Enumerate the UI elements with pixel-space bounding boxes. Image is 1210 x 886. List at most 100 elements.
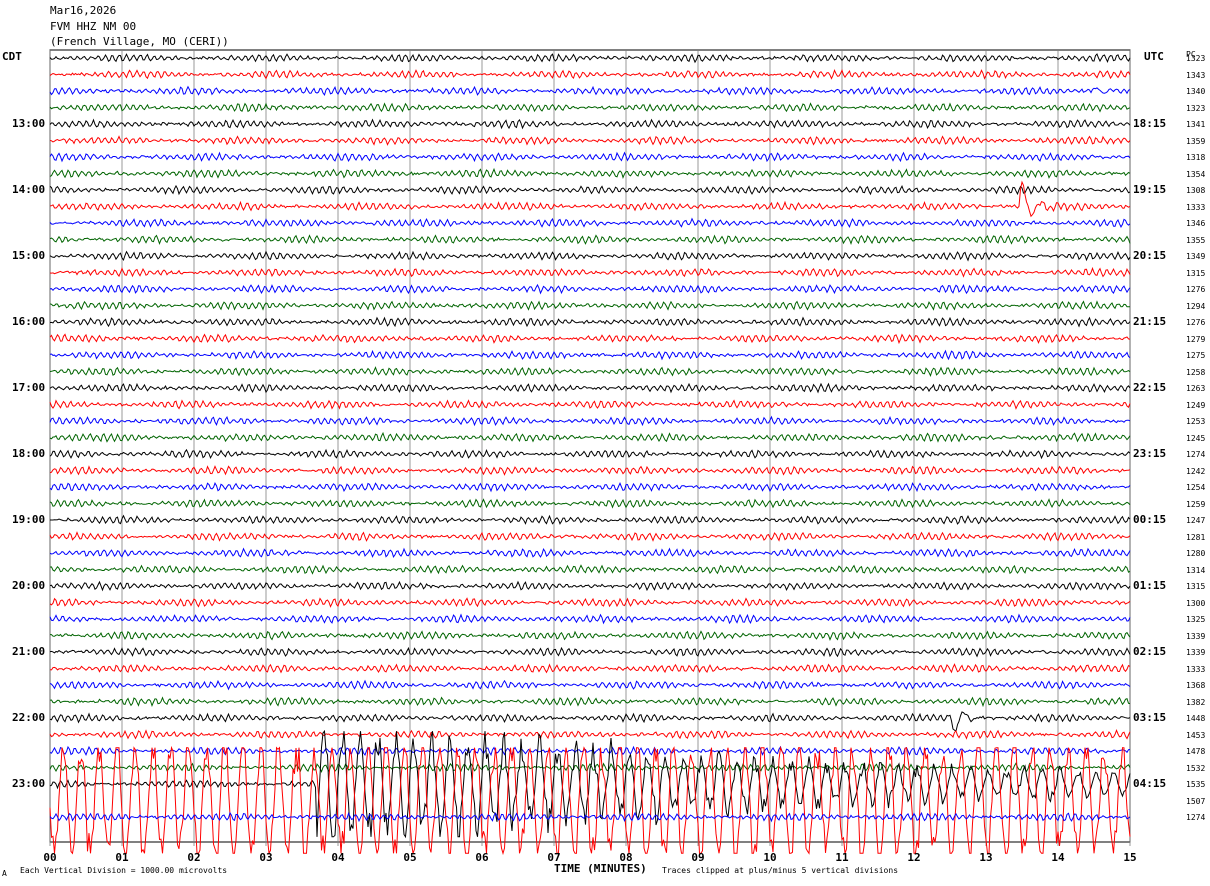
trace-line-28 [50,514,1131,525]
trace-group [49,53,1131,856]
trace-line-18 [49,349,1131,361]
cdt-hour-label: 22:00 [12,711,46,724]
trace-count: 1259 [1186,499,1206,509]
trace-line-41 [49,729,1131,740]
trace-count: 1478 [1186,747,1206,756]
trace-line-21 [49,399,1131,410]
trace-count: 1448 [1186,714,1206,723]
utc-hour-label: 00:15 [1133,513,1167,526]
trace-line-29 [49,531,1131,542]
trace-line-13 [49,266,1131,278]
utc-hour-label: 03:15 [1133,711,1167,724]
trace-count: 1382 [1186,697,1206,707]
trace-count: 1279 [1186,334,1206,344]
trace-count: 1346 [1186,219,1206,228]
utc-hour-label: 04:15 [1133,777,1167,790]
trace-line-5 [49,135,1131,146]
plot-grid [49,49,1131,846]
trace-count: 1355 [1186,235,1206,245]
utc-hour-label: 21:15 [1133,315,1167,328]
trace-line-34 [49,613,1131,625]
trace-count: 1253 [1186,417,1206,426]
trace-line-31 [49,564,1131,575]
trace-count: 1315 [1186,268,1206,278]
corner-mark: A [2,869,7,878]
cdt-hour-label: 19:00 [12,513,46,526]
utc-hour-label: 20:15 [1133,249,1167,262]
x-tick-label: 01 [115,851,129,864]
cdt-hour-label: 17:00 [12,381,46,394]
utc-hour-label: 23:15 [1133,447,1167,460]
x-axis-label: TIME (MINUTES) [554,862,647,875]
trace-line-26 [49,482,1131,493]
trace-count: 1276 [1186,285,1206,294]
trace-count: 1280 [1186,549,1206,558]
trace-line-40 [49,711,1131,733]
trace-count: 1354 [1186,169,1206,179]
trace-count: 1242 [1186,466,1206,476]
trace-count: 1359 [1186,136,1206,146]
trace-count: 1275 [1186,351,1206,360]
trace-count: 1323 [1186,103,1206,113]
trace-line-22 [49,415,1131,427]
trace-line-25 [49,465,1131,476]
trace-count: 1507 [1186,796,1206,806]
utc-hour-label: 22:15 [1133,381,1167,394]
trace-line-23 [49,431,1131,443]
cdt-hour-label: 15:00 [12,249,46,262]
trace-count: 1300 [1186,598,1206,608]
scale-note: Each Vertical Division = 1000.00 microvo… [20,866,228,875]
trace-line-15 [49,300,1130,311]
trace-count: 1341 [1186,120,1206,129]
x-tick-label: 10 [763,851,777,864]
plot-frame [49,49,1131,843]
trace-count: 1249 [1186,400,1206,410]
trace-count: 1323 [1186,54,1206,63]
helicorder-plot [49,49,1131,856]
trace-line-6 [49,151,1131,163]
trace-line-11 [49,234,1131,246]
x-tick-label: 05 [403,851,417,864]
trace-count: 1333 [1186,664,1206,674]
trace-count: 1340 [1186,87,1206,96]
trace-line-4 [49,118,1131,130]
trace-line-42 [49,745,1131,757]
trace-count: 1263 [1186,384,1206,393]
trace-count: 1247 [1186,516,1206,525]
utc-hour-label: 02:15 [1133,645,1167,658]
trace-count: 1315 [1186,582,1206,591]
trace-line-27 [49,498,1131,509]
trace-count: 1314 [1186,565,1206,575]
x-tick-label: 11 [835,851,849,864]
trace-line-2 [49,85,1131,96]
trace-line-35 [50,630,1131,641]
trace-count: 1308 [1186,186,1206,195]
x-tick-label: 14 [1051,851,1065,864]
x-tick-label: 09 [691,851,705,864]
clip-note: Traces clipped at plus/minus 5 vertical … [662,866,899,875]
trace-line-10 [49,217,1131,228]
trace-count: 1368 [1186,681,1206,690]
x-tick-label: 02 [187,851,201,864]
trace-line-14 [49,283,1131,295]
trace-count: 1276 [1186,318,1206,327]
x-tick-label: 13 [979,851,993,864]
trace-count: 1245 [1186,433,1206,443]
x-tick-label: 06 [475,851,489,864]
trace-count: 1325 [1186,615,1206,624]
trace-line-32 [49,580,1131,592]
trace-count: 1281 [1186,532,1206,542]
trace-count: 1254 [1186,483,1206,492]
trace-count: 1535 [1186,780,1206,789]
trace-count: 1349 [1186,252,1206,261]
trace-count: 1532 [1186,763,1206,773]
trace-count: 1333 [1186,202,1206,212]
trace-line-8 [49,184,1131,196]
trace-count: 1453 [1186,730,1206,740]
trace-line-7 [49,167,1131,179]
utc-hour-label: 18:15 [1133,117,1167,130]
trace-count: 1294 [1186,301,1206,311]
x-tick-label: 00 [43,851,57,864]
cdt-hour-label: 18:00 [12,447,46,460]
cdt-hour-label: 16:00 [12,315,46,328]
